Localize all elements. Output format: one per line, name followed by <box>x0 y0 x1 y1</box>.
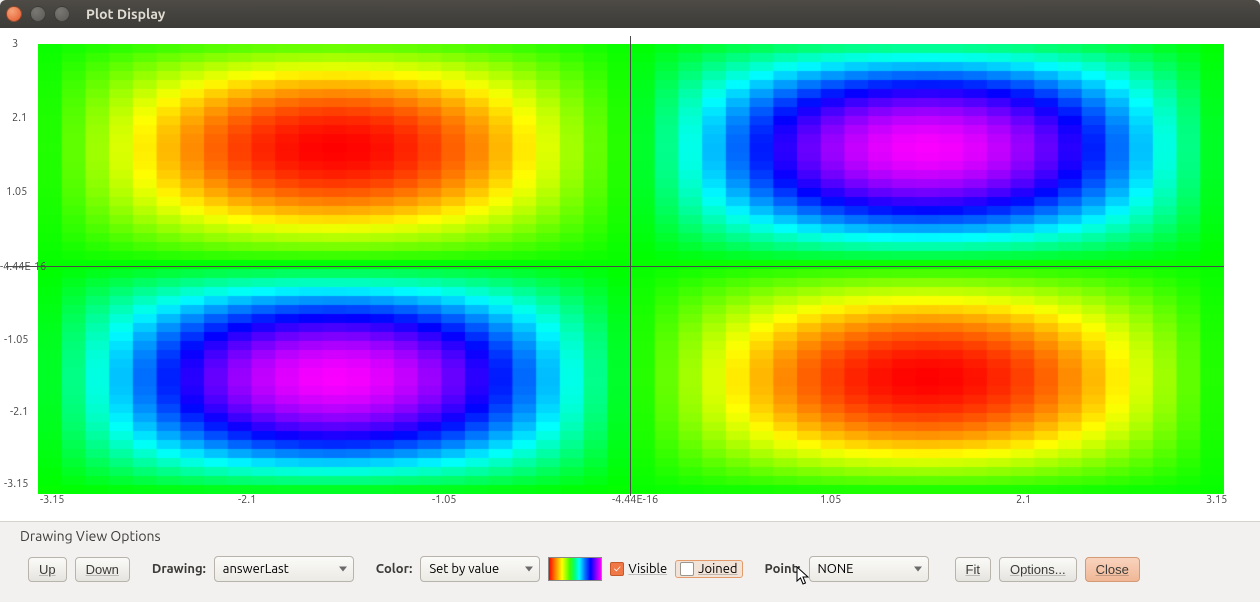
point-select[interactable]: NONE <box>809 556 929 582</box>
drawing-label: Drawing: <box>152 562 206 576</box>
app-window: Plot Display 3 2.1 1.05 -4.44E-16 -1.05 … <box>0 0 1260 602</box>
drawing-select-value: answerLast <box>223 562 331 576</box>
x-tick-label: -3.15 <box>40 494 65 506</box>
y-tick-label: 1.05 <box>6 186 27 198</box>
x-tick-label: -4.44E-16 <box>612 494 658 506</box>
visible-checkbox-label: Visible <box>628 562 667 576</box>
x-tick-label: 2.1 <box>1016 494 1031 506</box>
titlebar: Plot Display <box>0 0 1260 28</box>
down-button[interactable]: Down <box>75 557 130 582</box>
y-tick-label: -4.44E-16 <box>0 261 46 273</box>
x-tick-label: 1.05 <box>820 494 841 506</box>
close-button[interactable]: Close <box>1085 557 1140 582</box>
y-tick-label: 3 <box>12 38 18 50</box>
x-tick-label: 3.15 <box>1206 494 1227 506</box>
color-label: Color: <box>376 562 413 576</box>
chevron-down-icon <box>525 567 533 572</box>
y-tick-label: 2.1 <box>12 112 27 124</box>
window-maximize-button[interactable] <box>54 6 70 22</box>
color-select[interactable]: Set by value <box>420 556 540 582</box>
point-select-value: NONE <box>818 562 906 576</box>
window-close-button[interactable] <box>6 6 22 22</box>
section-title: Drawing View Options <box>0 522 1260 546</box>
joined-checkbox-group: Joined <box>675 560 742 578</box>
joined-checkbox[interactable] <box>680 562 694 576</box>
window-title: Plot Display <box>86 6 165 22</box>
chevron-down-icon <box>339 567 347 572</box>
x-tick-label: -2.1 <box>238 494 256 506</box>
drawing-select[interactable]: answerLast <box>214 556 354 582</box>
y-tick-label: -3.15 <box>4 478 29 490</box>
x-tick-label: -1.05 <box>432 494 457 506</box>
window-minimize-button[interactable] <box>30 6 46 22</box>
controls-row: Up Down Drawing: answerLast Color: Set b… <box>0 546 1260 602</box>
y-tick-label: -1.05 <box>4 334 29 346</box>
x-axis-line <box>6 266 1224 267</box>
visible-checkbox-group: Visible <box>610 562 667 576</box>
heatmap-canvas[interactable] <box>38 44 1224 494</box>
colormap-swatch[interactable] <box>548 557 602 581</box>
color-select-value: Set by value <box>429 562 517 576</box>
chevron-down-icon <box>914 567 922 572</box>
fit-button[interactable]: Fit <box>955 557 991 582</box>
point-label: Point: <box>765 562 801 576</box>
joined-checkbox-label: Joined <box>698 562 737 576</box>
options-button[interactable]: Options... <box>999 557 1077 582</box>
y-tick-label: -2.1 <box>10 406 28 418</box>
plot-area[interactable]: 3 2.1 1.05 -4.44E-16 -1.05 -2.1 -3.15 -3… <box>0 28 1260 522</box>
y-axis-line <box>630 36 631 496</box>
up-button[interactable]: Up <box>28 557 67 582</box>
visible-checkbox[interactable] <box>610 562 624 576</box>
